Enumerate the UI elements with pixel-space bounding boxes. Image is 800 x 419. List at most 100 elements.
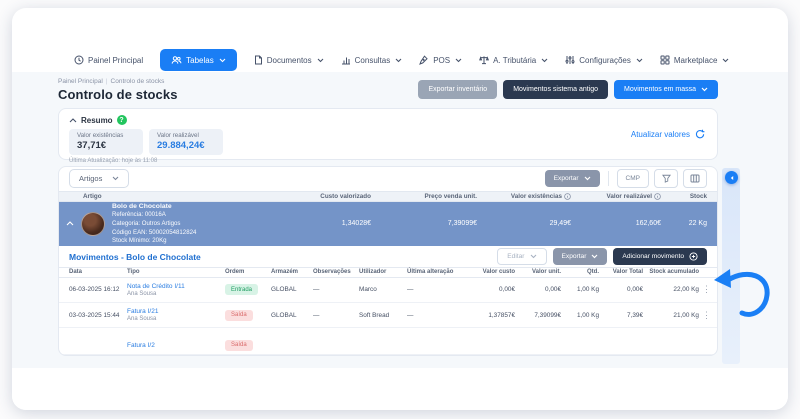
nav-label: A. Tributária (493, 56, 536, 65)
cell-valor-custo: 0,00€ (467, 286, 515, 293)
bar-chart-icon (341, 55, 351, 65)
artigos-select[interactable]: Artigos (69, 169, 129, 188)
product-row-selected[interactable]: Bolo de Chocolate Referência: 00016A Cat… (59, 202, 717, 246)
columns-button[interactable] (683, 169, 707, 188)
collapse-product-chevron[interactable] (59, 221, 81, 226)
nav-pos[interactable]: POS (419, 55, 462, 65)
filter-button[interactable] (654, 169, 678, 188)
toolbar-divider (608, 171, 609, 186)
product-table-header: Artigo Custo valorizado Preço venda unit… (59, 191, 717, 202)
document-link[interactable]: Nota de Crédito I/11 (127, 283, 225, 290)
add-movement-button[interactable]: Adicionar movimento (613, 248, 707, 265)
nav-marketplace[interactable]: Marketplace (660, 55, 730, 65)
clock-icon (74, 55, 84, 65)
cell-observacoes: — (313, 312, 359, 319)
breadcrumb-current: Controlo de stocks (111, 78, 165, 85)
cell-observacoes: — (313, 286, 359, 293)
pos-pen-icon (419, 55, 429, 65)
cell-ultima-alteracao: — (407, 312, 467, 319)
cell-utilizador: Marco (359, 286, 407, 293)
cell-armazem: GLOBAL (271, 286, 313, 293)
movements-table-header: Data Tipo Ordem Armazém Observações Util… (59, 267, 717, 277)
nav-label: Documentos (267, 56, 312, 65)
cell-stock-acumulado: 21,00 Kg (643, 312, 699, 319)
cmp-button[interactable]: CMP (617, 169, 649, 188)
cell-tipo: Fatura I/21 Ana Sousa (127, 308, 225, 322)
refresh-values-link[interactable]: Atualizar valores (631, 129, 705, 139)
question-badge-icon[interactable]: ? (117, 115, 127, 125)
cell-ultima-alteracao: — (407, 286, 467, 293)
chevron-up-icon[interactable] (69, 118, 77, 123)
movement-row: 03-03-2025 15:44 Fatura I/21 Ana Sousa S… (59, 303, 717, 328)
editar-button[interactable]: Editar (497, 248, 546, 265)
cell-valor-unit: 0,00€ (515, 286, 561, 293)
product-valor-realizavel: 162,60€ (573, 220, 663, 227)
sliders-icon (565, 55, 575, 65)
cell-utilizador: Soft Bread (359, 312, 407, 319)
top-nav: Painel Principal Tabelas Documentos Cons… (12, 48, 788, 72)
nav-a-tributaria[interactable]: A. Tributária (479, 55, 548, 65)
col-preco-venda: Preço venda unit. (373, 193, 479, 200)
info-icon[interactable] (564, 193, 571, 200)
product-min-stock: Stock Mínimo: 20Kg (112, 237, 196, 246)
artigos-select-value: Artigos (79, 174, 102, 183)
product-ean: Código EAN: 50002054812824 (112, 229, 196, 238)
caret-down-icon (530, 254, 537, 259)
grid-icon (660, 55, 670, 65)
ordem-badge: Saída (225, 310, 253, 321)
stat-value: 37,71€ (77, 140, 134, 151)
product-preco-venda: 7,39099€ (373, 220, 479, 227)
cell-armazem: GLOBAL (271, 312, 313, 319)
movements-export-button[interactable]: Exportar (553, 248, 608, 265)
content-footer (12, 368, 788, 410)
nav-configuracoes[interactable]: Configurações (565, 55, 643, 65)
cell-valor-custo: 1,37857€ (467, 312, 515, 319)
caret-down-icon (395, 58, 402, 63)
kebab-icon[interactable]: ⋮ (699, 310, 711, 321)
collapse-circle-icon[interactable] (725, 171, 738, 184)
document-link[interactable]: Fatura I/21 (127, 308, 225, 315)
page-title: Controlo de stocks (58, 87, 178, 102)
document-link[interactable]: Fatura I/2 (127, 342, 225, 349)
nav-documentos[interactable]: Documentos (254, 55, 324, 65)
nav-label: Marketplace (674, 56, 718, 65)
breadcrumb-home[interactable]: Painel Principal (58, 78, 103, 85)
columns-icon (690, 174, 700, 183)
nav-consultas[interactable]: Consultas (341, 55, 403, 65)
old-system-movements-button[interactable]: Movimentos sistema antigo (503, 80, 608, 99)
tax-scale-icon (479, 55, 489, 65)
refresh-values-label: Atualizar valores (631, 130, 690, 139)
table-export-button[interactable]: Exportar (545, 170, 600, 187)
nav-painel-principal[interactable]: Painel Principal (74, 55, 143, 65)
product-reference: Referência: 00016A (112, 211, 196, 220)
product-stock: 22 Kg (663, 220, 717, 227)
info-icon[interactable] (654, 193, 661, 200)
caret-down-icon (722, 58, 729, 63)
col-stock: Stock (663, 193, 717, 200)
caret-down-icon (584, 176, 591, 181)
col-artigo: Artigo (59, 193, 285, 200)
product-name: Bolo de Chocolate (112, 202, 196, 212)
stat-label: Valor existências (77, 132, 134, 139)
cell-stock-acumulado: 22,00 Kg (643, 286, 699, 293)
breadcrumb: Painel Principal|Controlo de stocks (58, 78, 178, 85)
movements-title: Movimentos - Bolo de Chocolate (69, 252, 201, 262)
nav-label: Consultas (355, 56, 391, 65)
cell-tipo: Nota de Crédito I/11 Ana Sousa (127, 283, 225, 297)
caret-down-icon (112, 176, 119, 181)
refresh-icon (695, 129, 705, 139)
users-icon (171, 55, 182, 65)
stock-table-card: Artigos Exportar CMP (58, 166, 718, 356)
nav-tabelas[interactable]: Tabelas (160, 49, 237, 71)
stat-valor-realizavel: Valor realizável 29.884,24€ (149, 129, 223, 155)
document-user: Ana Sousa (127, 291, 225, 297)
caret-down-icon (701, 87, 708, 92)
breadcrumb-separator: | (106, 78, 108, 85)
plus-circle-icon (689, 252, 698, 261)
document-icon (254, 55, 263, 65)
nav-label: Tabelas (186, 56, 214, 65)
kebab-icon[interactable]: ⋮ (699, 284, 711, 295)
bulk-movements-button[interactable]: Movimentos em massa (614, 80, 718, 99)
export-inventory-button[interactable]: Exportar inventário (418, 80, 497, 99)
ordem-badge: Saída (225, 340, 253, 351)
